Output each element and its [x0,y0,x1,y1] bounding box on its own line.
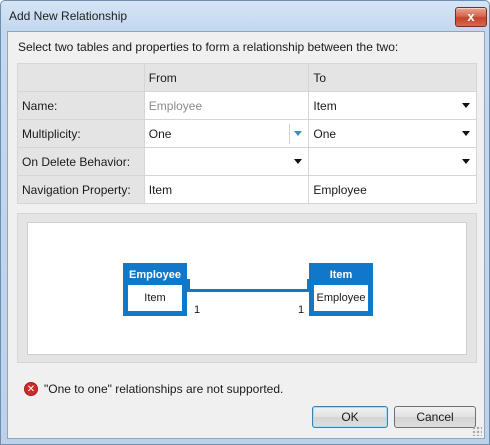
ok-button[interactable]: OK [312,406,388,428]
multiplicity-from-dropdown[interactable]: One [143,119,310,148]
header-blank [17,63,145,92]
connector-left-stub [187,279,190,292]
name-label: Name: [17,91,145,120]
multiplicity-from-value: One [148,126,172,141]
error-message: "One to one" relationships are not suppo… [44,382,284,396]
entity-item-title: Item [329,269,353,281]
chevron-down-icon [462,103,470,108]
close-button[interactable]: x [455,7,487,27]
entity-item: Item Employee [309,263,373,316]
chevron-down-icon [462,131,470,136]
close-icon: x [467,9,475,24]
error-icon: ✕ [24,382,38,396]
chevron-down-icon [294,159,303,164]
navigation-from-input[interactable]: Item [143,175,310,204]
row-navigation-property: Navigation Property: Item Employee [17,175,477,204]
title-bar[interactable]: Add New Relationship x [1,1,489,31]
chevron-down-icon [462,159,470,164]
navigation-property-label: Navigation Property: [17,175,145,204]
diagram-panel: Employee Item 1 1 Item Employee [17,213,477,363]
name-to-value: Item [313,98,337,113]
entity-employee: Employee Item [123,263,187,316]
name-to-dropdown[interactable]: Item [308,91,477,120]
multiplicity-label: Multiplicity: [17,119,145,148]
right-multiplicity: 1 [298,304,305,316]
name-from-field: Employee [143,91,310,120]
resize-grip-icon[interactable] [472,426,482,436]
header-from: From [143,63,310,92]
on-delete-from-dropdown[interactable] [143,147,310,176]
relationship-diagram: Employee Item 1 1 Item Employee [27,222,467,355]
dialog-body: Select two tables and properties to form… [7,31,485,439]
header-to: To [308,63,477,92]
dropdown-separator [289,124,291,144]
cancel-button[interactable]: Cancel [394,406,476,428]
navigation-to-input[interactable]: Employee [308,175,477,204]
row-name: Name: Employee Item [17,91,477,120]
row-on-delete: On Delete Behavior: [17,147,477,176]
dialog-title: Add New Relationship [9,9,128,23]
entity-item-property: Employee [314,285,368,311]
row-multiplicity: Multiplicity: One One [17,119,477,148]
left-multiplicity: 1 [194,304,201,316]
multiplicity-to-value: One [313,126,337,141]
entity-employee-property: Item [128,285,182,311]
chevron-down-icon [294,131,303,136]
entity-employee-title: Employee [129,269,181,281]
relationship-connector [187,289,309,292]
instruction-text: Select two tables and properties to form… [18,40,399,54]
grid-header-row: From To [17,63,477,92]
dialog-window: Add New Relationship x Select two tables… [0,0,490,445]
on-delete-to-dropdown[interactable] [308,147,477,176]
relationship-grid: From To Name: Employee Item Multiplicity… [17,63,477,204]
multiplicity-to-dropdown[interactable]: One [308,119,477,148]
on-delete-label: On Delete Behavior: [17,147,145,176]
